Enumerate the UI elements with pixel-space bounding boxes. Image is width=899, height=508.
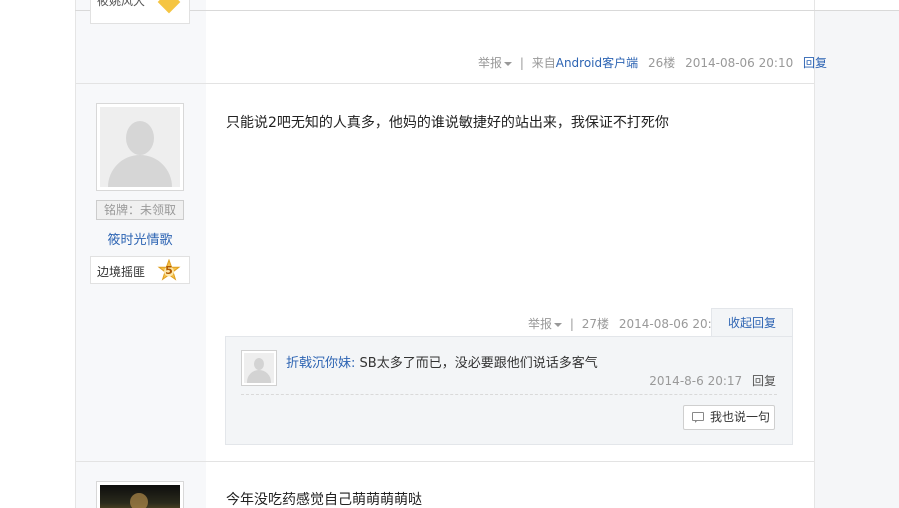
sub-reply-time: 2014-8-6 20:17: [649, 374, 743, 388]
sub-reply-text: SB太多了而已，没必要跟他们说话多客气: [355, 356, 598, 371]
comment-bubble-icon: [692, 412, 704, 423]
user-avatar[interactable]: [96, 481, 184, 508]
sub-reply-username[interactable]: 折戟沉你妹:: [286, 356, 355, 371]
caret-down-icon: [504, 61, 513, 66]
content-border-right: [814, 0, 815, 508]
default-avatar-icon: [100, 107, 180, 187]
sub-reply-button[interactable]: 回复: [752, 374, 776, 388]
say-something-label: 我也说一句: [710, 410, 771, 424]
post-divider: [76, 83, 814, 84]
sub-reply-box: 折戟沉你妹: SB太多了而已，没必要跟他们说话多客气 2014-8-6 20:1…: [225, 336, 793, 445]
level-star-icon: 5: [157, 258, 181, 283]
username-link[interactable]: 筱时光情歌: [96, 229, 184, 248]
separator: |: [569, 317, 574, 331]
nameplate[interactable]: 铭牌：未领取: [96, 200, 184, 220]
user-avatar[interactable]: [96, 103, 184, 191]
sub-reply-meta: 2014-8-6 20:17 回复: [649, 372, 776, 389]
post-divider: [76, 461, 814, 462]
level-badge-prev-label: 筱姚风大: [97, 0, 146, 8]
separator: |: [519, 56, 524, 70]
sub-reply-line: 折戟沉你妹: SB太多了而已，没必要跟他们说话多客气: [286, 352, 598, 371]
post-26-meta: 举报 | 来自Android客户端 26楼 2014-08-06 20:10 回…: [478, 54, 827, 71]
right-gutter: [815, 11, 899, 508]
post-27-meta: 举报 | 27楼 2014-08-06 20:10: [528, 315, 727, 332]
sub-reply-avatar[interactable]: [241, 350, 277, 386]
caret-down-icon: [554, 322, 563, 327]
floor-number: 27楼: [581, 317, 609, 331]
reply-link[interactable]: 回复: [803, 56, 827, 70]
post-content: 只能说2吧无知的人真多，他妈的谁说敏捷好的站出来，我保证不打死你: [226, 115, 669, 131]
content-border-left: [75, 0, 76, 508]
level-title: 边境摇匪: [97, 265, 146, 279]
floor-number: 26楼: [647, 56, 676, 70]
sub-reply-divider: [241, 394, 777, 395]
say-something-button[interactable]: 我也说一句: [683, 405, 775, 430]
photo-avatar-icon: [100, 485, 180, 508]
top-divider: [75, 10, 899, 11]
from-label: 来自: [531, 56, 556, 70]
author-column: [76, 0, 206, 508]
page: 筱姚风大 举报 | 来自Android客户端 26楼 2014-08-06 20…: [0, 0, 899, 508]
report-link[interactable]: 举报: [478, 56, 513, 70]
level-badge[interactable]: 边境摇匪 5: [90, 256, 190, 284]
post-time: 2014-08-06 20:10: [685, 56, 794, 70]
android-client-link[interactable]: Android客户端: [556, 56, 638, 70]
collapse-reply-button[interactable]: 收起回复: [711, 308, 793, 337]
post-content: 今年没吃药感觉自己萌萌萌萌哒: [226, 492, 422, 508]
default-avatar-icon: [244, 353, 274, 383]
level-badge-prev: 筱姚风大: [90, 0, 190, 24]
report-link[interactable]: 举报: [528, 317, 563, 331]
level-gem-icon: [157, 0, 181, 14]
level-number: 5: [165, 264, 173, 277]
